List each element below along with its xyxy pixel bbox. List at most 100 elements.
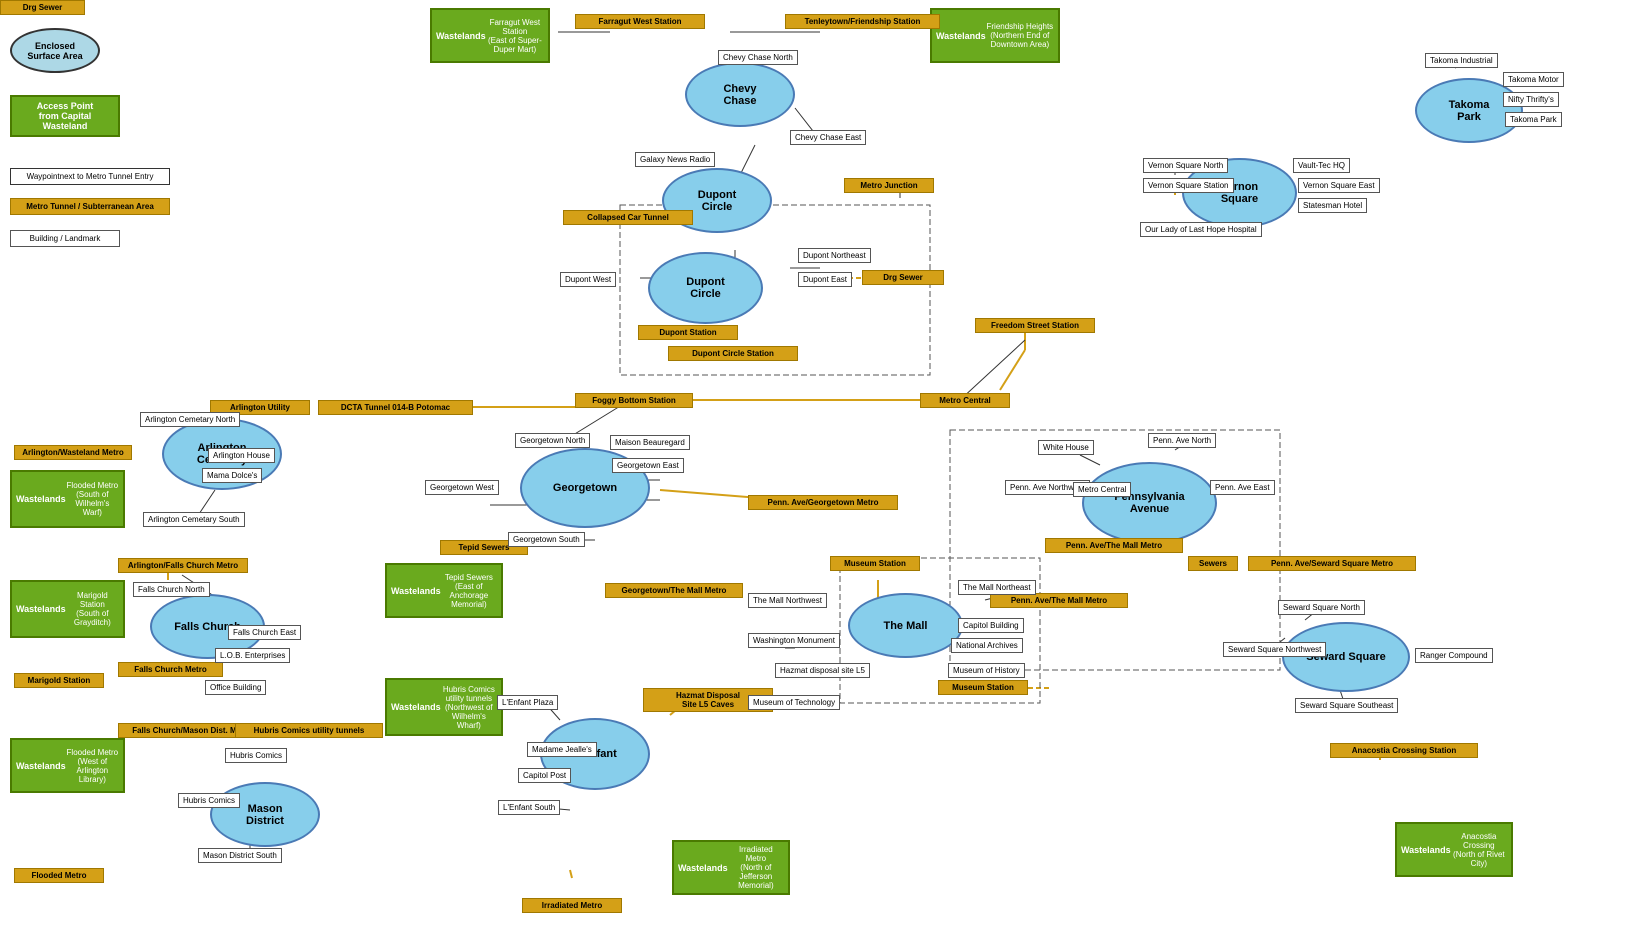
node-takoma-park: TakomaPark: [1415, 78, 1523, 143]
metro-marigold-station: Marigold Station: [14, 673, 104, 688]
building-mama-dolces: Mama Dolce's: [202, 468, 262, 483]
building-takoma-industrial: Takoma Industrial: [1425, 53, 1498, 68]
building-nifty: Nifty Thrifty's: [1503, 92, 1559, 107]
building-national-archives: National Archives: [951, 638, 1023, 653]
metro-central: Metro Central: [920, 393, 1010, 408]
building-takoma-motor: Takoma Motor: [1503, 72, 1564, 87]
building-lenfant-plaza: L'Enfant Plaza: [497, 695, 558, 710]
metro-flooded: Flooded Metro: [14, 868, 104, 883]
metro-museum-station: Museum Station: [830, 556, 920, 571]
building-mason-south: Mason District South: [198, 848, 282, 863]
building-museum-history: Museum of History: [948, 663, 1025, 678]
building-hazmat-ls: Hazmat disposal site L5: [775, 663, 870, 678]
building-chevy-chase-north: Chevy Chase North: [718, 50, 798, 65]
map-container: EnclosedSurface Area Access Pointfrom Ca…: [0, 0, 1650, 934]
metro-collapsed-car: Collapsed Car Tunnel: [563, 210, 693, 225]
building-white-house: White House: [1038, 440, 1094, 455]
building-vernon-east: Vernon Square East: [1298, 178, 1380, 193]
metro-georgetown-mall: Georgetown/The Mall Metro: [605, 583, 743, 598]
building-lob: L.O.B. Enterprises: [215, 648, 290, 663]
building-arlington-south: Arlington Cemetary South: [143, 512, 245, 527]
legend-enclosed-box: EnclosedSurface Area: [10, 28, 100, 73]
building-vault-tec: Vault-Tec HQ: [1293, 158, 1350, 173]
building-statesman: Statesman Hotel: [1298, 198, 1367, 213]
wasteland-irradiated: WastelandsIrradiated Metro(North of Jeff…: [672, 840, 790, 895]
building-georgetown-west: Georgetown West: [425, 480, 499, 495]
metro-museum-station2: Museum Station: [938, 680, 1028, 695]
legend-waypoint-box: Waypointnext to Metro Tunnel Entry: [10, 168, 170, 185]
metro-sewers: Sewers: [1188, 556, 1238, 571]
metro-irradiated: Irradiated Metro: [522, 898, 622, 913]
wasteland-anacostia: WastelandsAnacostia Crossing(North of Ri…: [1395, 822, 1513, 877]
wasteland-tepid-sewers: WastelandsTepid Sewers(East of Anchorage…: [385, 563, 503, 618]
building-washington-monument: Washington Monument: [748, 633, 840, 648]
legend-access-label: Access Pointfrom Capital Wasteland: [10, 95, 120, 137]
building-dupont-east: Dupont East: [798, 272, 852, 287]
wasteland-flooded-metro: WastelandsFlooded Metro(South of Wilhelm…: [10, 470, 125, 528]
node-dupont-circle-sub: DupontCircle: [648, 252, 763, 324]
building-galaxy-news: Galaxy News Radio: [635, 152, 715, 167]
metro-foggy-bottom: Foggy Bottom Station: [575, 393, 693, 408]
building-hubris-comics2: Hubris Comics: [225, 748, 287, 763]
building-madame: Madame Jealle's: [527, 742, 597, 757]
node-mason-district: MasonDistrict: [210, 782, 320, 847]
building-falls-church-north: Falls Church North: [133, 582, 210, 597]
node-the-mall: The Mall: [848, 593, 963, 658]
building-metro-central-node: Metro Central: [1073, 482, 1131, 497]
wasteland-friendship: WastelandsFriendship Heights(Northern En…: [930, 8, 1060, 63]
building-penn-north: Penn. Ave North: [1148, 433, 1216, 448]
building-museum-tech: Museum of Technology: [748, 695, 840, 710]
node-seward-square: Seward Square: [1282, 622, 1410, 692]
building-our-lady: Our Lady of Last Hope Hospital: [1140, 222, 1262, 237]
building-georgetown-east: Georgetown East: [612, 458, 684, 473]
metro-hubris-tunnels: Hubris Comics utility tunnels: [235, 723, 383, 738]
building-seward-northwest: Seward Square Northwest: [1223, 642, 1326, 657]
wasteland-farragut: WastelandsFarragut West Station(East of …: [430, 8, 550, 63]
building-dupont-northeast: Dupont Northeast: [798, 248, 871, 263]
metro-freedom-street: Freedom Street Station: [975, 318, 1095, 333]
node-chevy-chase: ChevyChase: [685, 62, 795, 127]
metro-drg-sewer: Drg Sewer: [0, 0, 85, 15]
metro-drg-sewer2: Drg Sewer: [862, 270, 944, 285]
metro-dcta: DCTA Tunnel 014-B Potomac: [318, 400, 473, 415]
building-ranger-compound: Ranger Compound: [1415, 648, 1493, 663]
metro-dupont-circle-station: Dupont Circle Station: [668, 346, 798, 361]
legend-enclosed-label: EnclosedSurface Area: [10, 28, 100, 73]
metro-tenleytown: Tenleytown/Friendship Station: [785, 14, 940, 29]
building-seward-southeast: Seward Square Southeast: [1295, 698, 1398, 713]
building-seward-north: Seward Square North: [1278, 600, 1365, 615]
legend-metro-box: Metro Tunnel / Subterranean Area: [10, 198, 170, 215]
building-georgetown-south: Georgetown South: [508, 532, 585, 547]
wasteland-marigold: WastelandsMarigold Station(South of Gray…: [10, 580, 125, 638]
metro-penn-georgetown: Penn. Ave/Georgetown Metro: [748, 495, 898, 510]
metro-arlington-falls: Arlington/Falls Church Metro: [118, 558, 248, 573]
building-vernon-north: Vernon Square North: [1143, 158, 1228, 173]
metro-penn-seward: Penn. Ave/Seward Square Metro: [1248, 556, 1416, 571]
metro-junction: Metro Junction: [844, 178, 934, 193]
building-arlington-house: Arlington House: [208, 448, 275, 463]
building-capitol-post: Capitol Post: [518, 768, 571, 783]
building-mall-northeast: The Mall Northeast: [958, 580, 1036, 595]
wasteland-hubris: WastelandsHubris Comics utility tunnels(…: [385, 678, 503, 736]
building-capitol: Capitol Building: [958, 618, 1024, 633]
building-vernon-station: Vernon Square Station: [1143, 178, 1234, 193]
building-lenfant-south: L'Enfant South: [498, 800, 560, 815]
legend-building-box: Building / Landmark: [10, 230, 120, 247]
building-takoma-park: Takoma Park: [1505, 112, 1562, 127]
building-mall-northwest: The Mall Northwest: [748, 593, 827, 608]
metro-penn-mall2: Penn. Ave/The Mall Metro: [990, 593, 1128, 608]
building-falls-church-east: Falls Church East: [228, 625, 301, 640]
building-penn-east: Penn. Ave East: [1210, 480, 1275, 495]
wasteland-flooded-metro2: WastelandsFlooded Metro(West of Arlingto…: [10, 738, 125, 793]
building-arlington-north: Arlington Cemetary North: [140, 412, 240, 427]
building-dupont-west: Dupont West: [560, 272, 616, 287]
metro-penn-mall1: Penn. Ave/The Mall Metro: [1045, 538, 1183, 553]
metro-farragut-west: Farragut West Station: [575, 14, 705, 29]
metro-dupont-station: Dupont Station: [638, 325, 738, 340]
metro-anacostia-station: Anacostia Crossing Station: [1330, 743, 1478, 758]
legend-waypoint-label: Waypointnext to Metro Tunnel Entry: [10, 168, 170, 185]
legend-wasteland-box: Access Pointfrom Capital Wasteland: [10, 95, 120, 137]
building-georgetown-north: Georgetown North: [515, 433, 590, 448]
metro-arlington-wasteland2: Arlington/Wasteland Metro: [14, 445, 132, 460]
building-chevy-chase-east: Chevy Chase East: [790, 130, 866, 145]
